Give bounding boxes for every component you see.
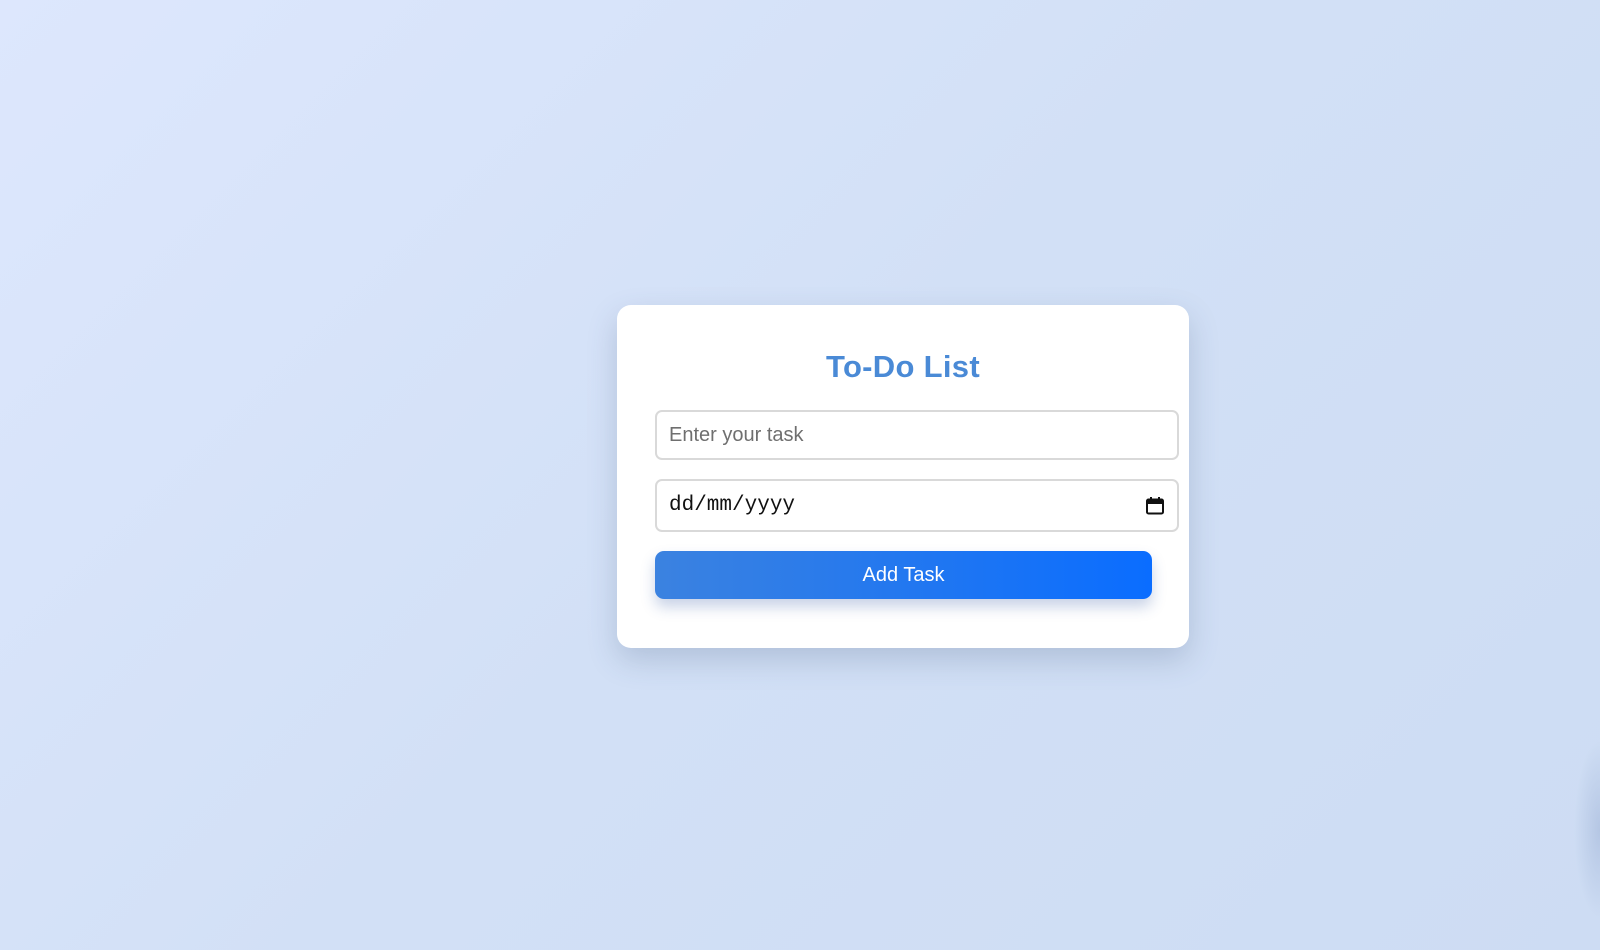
task-input[interactable] [655, 410, 1179, 460]
calendar-icon[interactable] [1145, 496, 1165, 516]
add-task-button[interactable]: Add Task [655, 551, 1152, 599]
todo-card: To-Do List dd/mm/yyyy Add Task [617, 305, 1189, 648]
date-input-value: dd/mm/yyyy [669, 494, 796, 517]
date-input[interactable]: dd/mm/yyyy [655, 479, 1179, 532]
page-title: To-Do List [826, 349, 980, 384]
edge-shadow [1574, 740, 1600, 920]
